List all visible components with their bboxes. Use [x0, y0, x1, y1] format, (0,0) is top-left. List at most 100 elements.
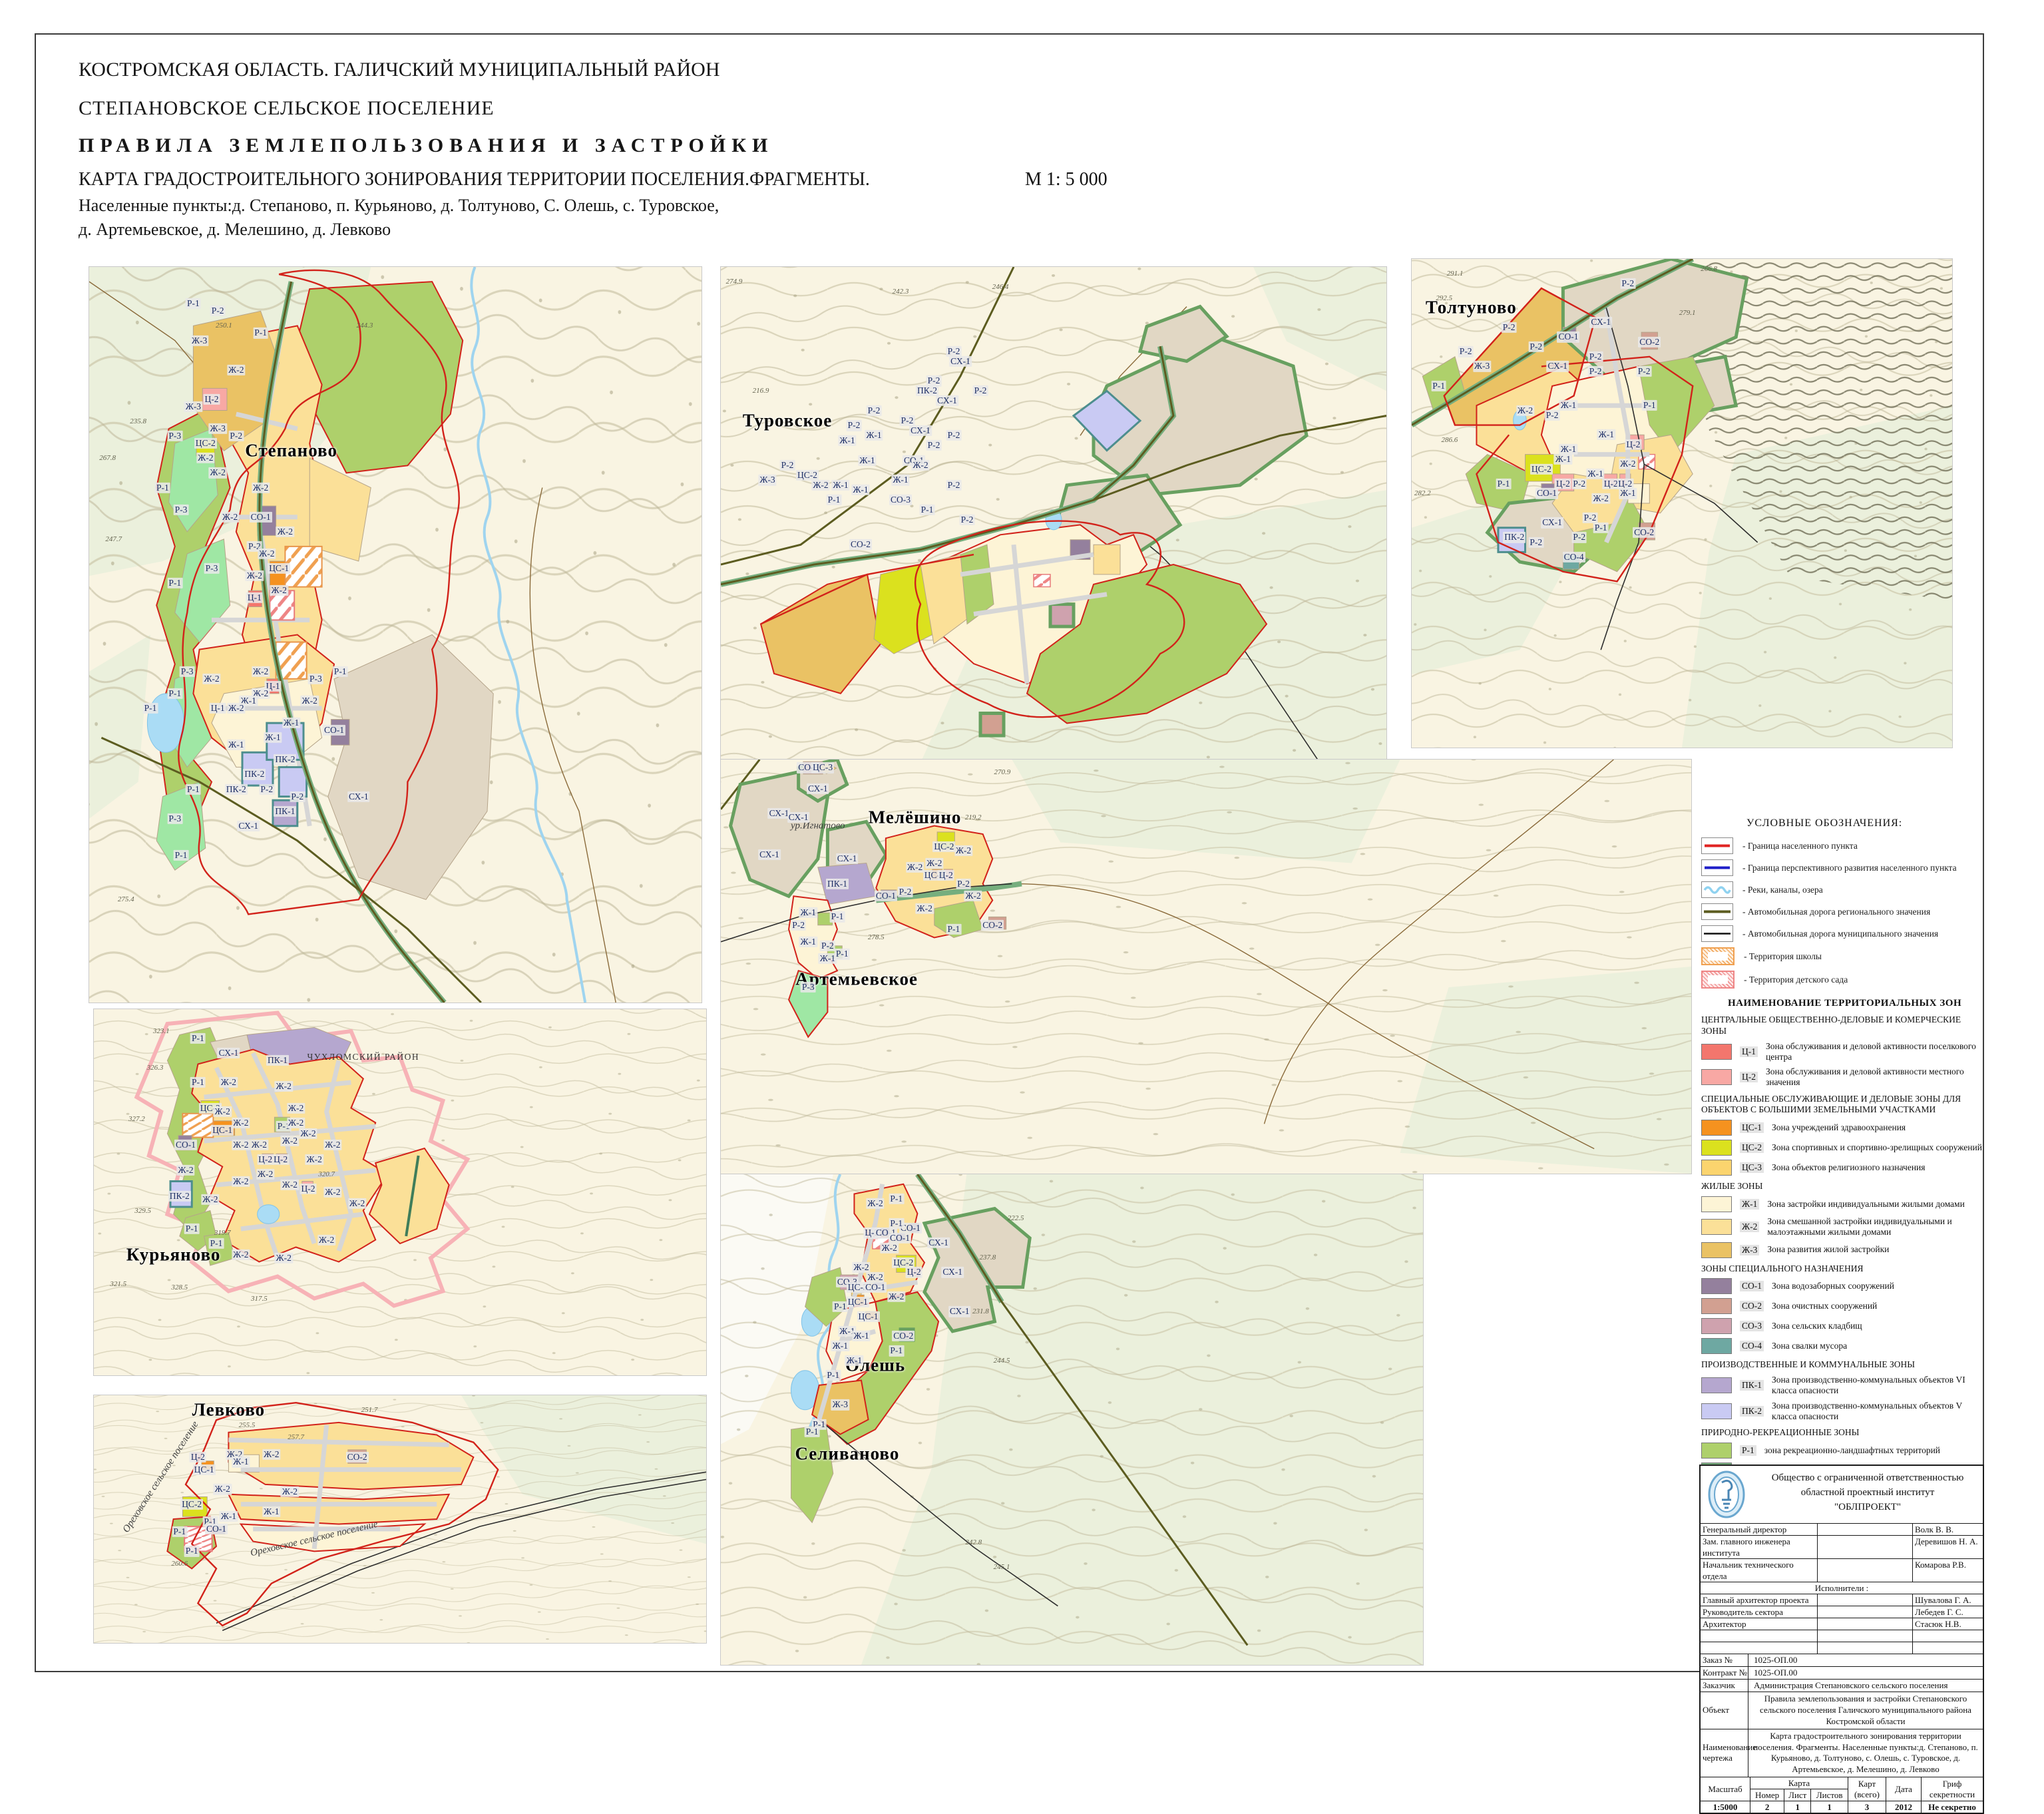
zone-label: Р-2: [946, 346, 962, 357]
elev-label: 292.5: [1434, 294, 1454, 302]
zone-label: Р-3: [801, 982, 816, 993]
zone-label: СО-1: [205, 1524, 228, 1534]
zone-label: Ж-2: [906, 862, 924, 873]
title-block-role-row: Генеральный директорВолк В. В.: [1701, 1524, 1983, 1536]
zone-label: Ж-2: [232, 1117, 250, 1128]
zone-label: СХ-1: [948, 1306, 971, 1317]
zone-label: СО-1: [174, 1139, 197, 1150]
elev-label: 242.8: [964, 1538, 983, 1546]
elev-label: 244.5: [992, 1357, 1012, 1365]
zone-label: ЦС-2: [1530, 464, 1553, 475]
zone-label: Р-1: [333, 666, 348, 677]
zone-label: Р-2: [973, 385, 988, 396]
legend-section-title: ЦЕНТРАЛЬНЫЕ ОБЩЕСТВЕННО-ДЕЛОВЫЕ И КОМЕРЧ…: [1701, 1015, 1983, 1037]
elev-label: 257.7: [286, 1433, 306, 1441]
zone-label: Р-1: [889, 1345, 904, 1356]
legend-section-title: ПРОИЗВОДСТВЕННЫЕ И КОММУНАЛЬНЫЕ ЗОНЫ: [1701, 1359, 1983, 1371]
zone-label: Ц-1: [210, 703, 226, 714]
zone-label: Р-1: [1496, 479, 1512, 489]
zone-code: Ж-2: [1740, 1222, 1759, 1232]
zone-label: Ж-1: [799, 937, 817, 947]
zone-label: СО-1: [1557, 332, 1579, 342]
zone-label: Ж-2: [252, 666, 270, 677]
zone-label: Р-1: [186, 784, 201, 794]
legend-zone-СО-2: СО-2Зона очистных сооружений: [1701, 1298, 1983, 1314]
zone-label: Ж-2: [348, 1198, 366, 1208]
zone-label: Ж-2: [252, 482, 270, 493]
zone-label: Р-2: [946, 430, 962, 441]
zone-label: Р-1: [167, 688, 182, 699]
zone-label: Ж-2: [256, 1168, 274, 1179]
zone-color-swatch: [1701, 1443, 1732, 1459]
zone-label: Ж-2: [301, 696, 319, 706]
zone-color-swatch: [1701, 1298, 1732, 1314]
elev-label: 274.9: [725, 278, 744, 286]
settlement-title: СТЕПАНОВСКОЕ СЕЛЬСКОЕ ПОСЕЛЕНИЕ: [79, 97, 495, 120]
zone-label: Ж-2: [258, 549, 276, 559]
zone-label: Ж-2: [196, 453, 214, 463]
zone-label: Р-1: [155, 482, 170, 493]
zone-label: ЦС-1: [268, 563, 290, 574]
zone-label: СО-2: [1638, 337, 1661, 347]
zone-label: Ж-1: [865, 430, 883, 441]
zone-label: Ж-2: [925, 857, 943, 868]
zone-code: Ц-1: [1740, 1046, 1758, 1057]
zone-label: Р-2: [1571, 479, 1587, 489]
legend-symbol-boundary-settlement: - Граница населенного пункта: [1701, 837, 1983, 854]
zone-label: Ж-2: [866, 1198, 884, 1209]
zone-label: Ж-2: [209, 467, 227, 478]
legend-section-title: ПРИРОДНО-РЕКРЕАЦИОННЫЕ ЗОНЫ: [1701, 1427, 1983, 1439]
town-label: Степаново: [244, 441, 339, 461]
boundary-perspective-icon: [1701, 859, 1733, 876]
toltunovo-labels: ТолтуновоР-2СХ-1СО-1СО-2Р-2Р-2Ж-3Р-1Р-2С…: [1412, 259, 1952, 748]
zone-label: СО-2: [849, 539, 872, 550]
area-caps-label: ЧУХЛОМСКИЙ РАЙОН: [306, 1052, 421, 1062]
zone-label: Ж-2: [176, 1165, 194, 1176]
zone-label: Р-1: [184, 1546, 200, 1556]
title-block-meta: Заказ №1025-ОП.00Контракт №1025-ОП.00Зак…: [1701, 1654, 1983, 1777]
zone-label: СО-1: [864, 1281, 887, 1292]
zone-label: Р-2: [946, 480, 962, 491]
legend-zone-ЦС-1: ЦС-1Зона учреждений здравоохранения: [1701, 1120, 1983, 1136]
legend-zone-СО-4: СО-4Зона свалки мусора: [1701, 1338, 1983, 1354]
zone-label: Ц-2: [300, 1183, 317, 1194]
zone-label: Р-1: [920, 505, 935, 515]
title-block: Общество с ограниченной ответственностью…: [1699, 1465, 1984, 1814]
elev-label: 327.2: [127, 1115, 146, 1123]
elev-label: 319.7: [213, 1229, 232, 1237]
zone-color-swatch: [1701, 1278, 1732, 1294]
legend-symbol-road-municipal: - Автомобильная дорога муниципального зн…: [1701, 925, 1983, 942]
elev-label: 247.7: [104, 535, 123, 543]
zone-label: Р-2: [898, 887, 913, 897]
zone-label: ЦС-2: [180, 1499, 203, 1510]
zone-label: Р-1: [946, 924, 962, 935]
legend-zone-ПК-1: ПК-1Зона производственно-коммунальных об…: [1701, 1375, 1983, 1396]
town-label: Туровское: [741, 410, 834, 431]
zone-label: Ц-2: [906, 1267, 922, 1277]
zone-label: Ж-3: [190, 335, 208, 345]
zone-label: Ц-2: [190, 1452, 206, 1463]
zone-label: Ж-2: [1592, 493, 1610, 504]
town-label: Мелёшино: [867, 807, 963, 828]
zone-color-swatch: [1701, 1069, 1732, 1085]
zone-label: Р-2: [1588, 366, 1603, 377]
zone-label: Ж-2: [1516, 405, 1534, 415]
zone-label: Р-2: [1528, 341, 1543, 352]
zone-label: Р-1: [825, 1370, 841, 1381]
legend-zone-Ц-2: Ц-2Зона обслуживания и деловой активност…: [1701, 1066, 1983, 1088]
zone-label: СХ-1: [936, 395, 958, 406]
zone-label: СХ-1: [1546, 361, 1569, 371]
town-label: Левково: [191, 1400, 266, 1421]
legend-symbol-school: - Территория школы: [1701, 947, 1983, 965]
zone-label: Ж-2: [262, 1449, 280, 1460]
zone-label: Р-1: [172, 1526, 187, 1537]
legend-symbol-label: - Территория детского сада: [1744, 975, 1848, 985]
elev-label: 278.5: [867, 933, 886, 941]
zone-label: Ж-1: [227, 740, 245, 750]
zone-label: СХ-1: [807, 783, 829, 794]
zone-label: Ц-2: [1625, 439, 1641, 450]
zone-label: ПК-2: [243, 769, 266, 780]
zone-label: Ж-2: [811, 480, 829, 491]
legend-zones-title: НАИМЕНОВАНИЕ ТЕРРИТОРИАЛЬНЫХ ЗОН: [1728, 998, 1983, 1009]
zone-label: СО-3: [889, 495, 912, 505]
